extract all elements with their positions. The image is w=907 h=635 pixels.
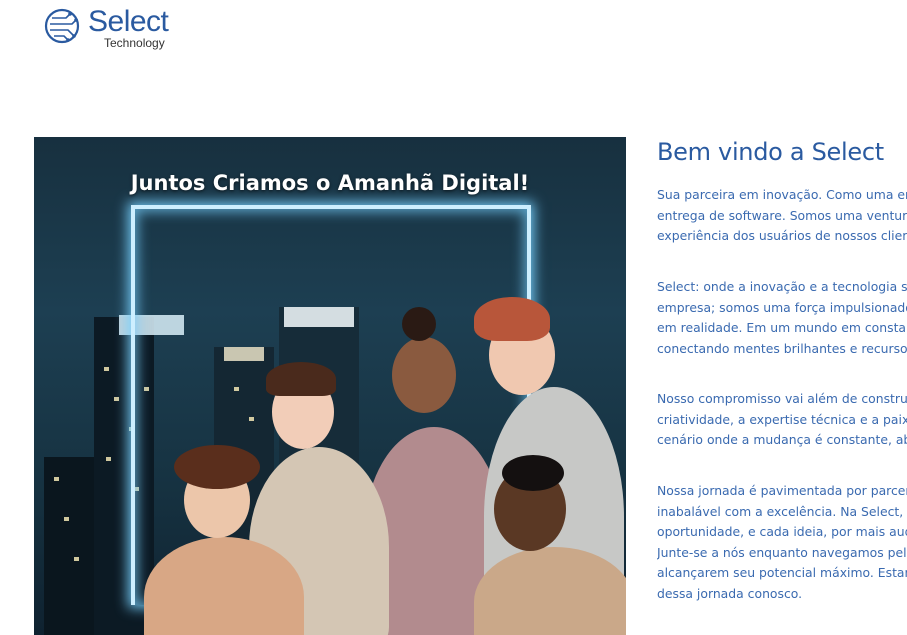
window-light (54, 477, 59, 481)
window-light (74, 557, 79, 561)
paragraph-line: entrega de software. Somos uma venture (657, 207, 907, 223)
person-hair (474, 297, 550, 341)
paragraph-journey: Nossa jornada é pavimentada por parcer i… (657, 481, 907, 604)
paragraph-line: oportunidade, e cada ideia, por mais aud (657, 524, 907, 539)
hero-title: Juntos Criamos o Amanhã Digital! (130, 171, 530, 195)
paragraph-line: Sua parceira em inovação. Como uma em (657, 187, 907, 202)
circuit-globe-icon (44, 8, 80, 44)
welcome-section: Bem vindo a Select Sua parceira em inova… (657, 137, 907, 601)
welcome-heading: Bem vindo a Select (657, 138, 884, 166)
paragraph-line: dessa jornada conosco. (657, 585, 803, 601)
person-hair (266, 362, 336, 396)
paragraph-line: cenário onde a mudança é constante, abr (657, 432, 907, 447)
paragraph-line: alcançarem seu potencial máximo. Estam (657, 565, 907, 580)
paragraph-line: criatividade, a expertise técnica e a pa… (657, 411, 907, 427)
paragraph-line: inabalável com a excelência. Na Select, … (657, 503, 907, 519)
window-light (104, 367, 109, 371)
city-building (44, 457, 94, 635)
paragraph-line: Nosso compromisso vai além de construi (657, 391, 907, 406)
hero-image: Juntos Criamos o Amanhã Digital! (34, 137, 626, 635)
paragraph-line: Junte-se a nós enquanto navegamos pela (657, 544, 907, 560)
person-head (392, 337, 456, 413)
paragraph-line: conectando mentes brilhantes e recursos (657, 340, 907, 356)
paragraph-line: empresa; somos uma força impulsionado (657, 299, 907, 315)
paragraph-line: em realidade. Em um mundo em constan (657, 320, 907, 335)
person-hair (174, 445, 260, 489)
person-hair (402, 307, 436, 341)
paragraph-line: experiência dos usuários de nossos clien… (657, 228, 907, 243)
window-light (64, 517, 69, 521)
paragraph-line: Select: onde a inovação e a tecnologia s… (657, 279, 907, 294)
logo-subtitle: Technology (104, 36, 165, 50)
person-hair (502, 455, 564, 491)
paragraph-line: Nossa jornada é pavimentada por parcer (657, 483, 907, 498)
window-light (106, 457, 111, 461)
paragraph-intro: Sua parceira em inovação. Como uma em en… (657, 185, 907, 247)
paragraph-innovation: Select: onde a inovação e a tecnologia s… (657, 277, 907, 359)
paragraph-commitment: Nosso compromisso vai além de construi c… (657, 389, 907, 451)
window-light (114, 397, 119, 401)
brand-logo[interactable]: Select Technology (42, 4, 172, 52)
logo-wordmark: Select (88, 5, 169, 38)
